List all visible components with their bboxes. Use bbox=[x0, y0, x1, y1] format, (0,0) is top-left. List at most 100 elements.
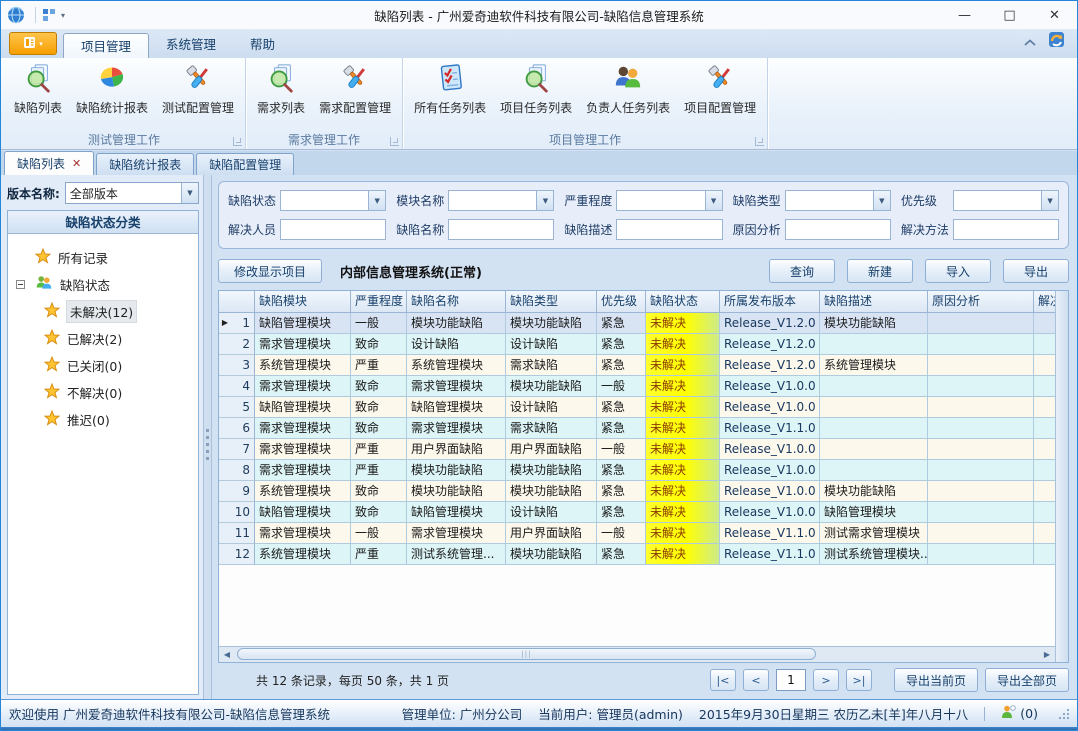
action-button-导入[interactable]: 导入 bbox=[925, 259, 991, 283]
export-current-page-button[interactable]: 导出当前页 bbox=[894, 668, 978, 692]
cell-原因分析[interactable] bbox=[928, 376, 1034, 397]
chevron-down-icon[interactable]: ▼ bbox=[705, 191, 722, 210]
row-selector[interactable]: 10 bbox=[219, 502, 255, 523]
cell-优先级[interactable]: 一般 bbox=[597, 439, 646, 460]
cell-原因分析[interactable] bbox=[928, 502, 1034, 523]
filter-field-缺陷描述[interactable] bbox=[617, 220, 721, 239]
cell-缺陷状态[interactable]: 未解决 bbox=[646, 376, 720, 397]
cell-解决方法[interactable] bbox=[1034, 334, 1055, 355]
row-selector[interactable]: 11 bbox=[219, 523, 255, 544]
cell-所属发布版本[interactable]: Release_V1.1.0 bbox=[720, 544, 820, 565]
doc-tab-缺陷统计报表[interactable]: 缺陷统计报表 bbox=[96, 153, 194, 175]
cell-缺陷描述[interactable] bbox=[820, 334, 928, 355]
cell-所属发布版本[interactable]: Release_V1.1.0 bbox=[720, 523, 820, 544]
cell-缺陷类型[interactable]: 设计缺陷 bbox=[506, 502, 597, 523]
row-selector[interactable]: 5 bbox=[219, 397, 255, 418]
table-row[interactable]: ▶1缺陷管理模块一般模块功能缺陷模块功能缺陷紧急未解决Release_V1.2.… bbox=[219, 313, 1055, 334]
cell-缺陷模块[interactable]: 需求管理模块 bbox=[255, 334, 351, 355]
filter-input-解决方法[interactable] bbox=[953, 219, 1059, 240]
cell-缺陷名称[interactable]: 测试系统管理... bbox=[407, 544, 506, 565]
table-row[interactable]: 2需求管理模块致命设计缺陷设计缺陷紧急未解决Release_V1.2.0 bbox=[219, 334, 1055, 355]
cell-缺陷描述[interactable] bbox=[820, 397, 928, 418]
tree-item-缺陷状态[interactable]: 缺陷状态 bbox=[12, 271, 194, 298]
cell-缺陷名称[interactable]: 设计缺陷 bbox=[407, 334, 506, 355]
chevron-down-icon[interactable]: ▼ bbox=[873, 191, 890, 210]
cell-缺陷描述[interactable] bbox=[820, 418, 928, 439]
action-button-查询[interactable]: 查询 bbox=[769, 259, 835, 283]
minimize-button[interactable]: — bbox=[942, 1, 987, 29]
column-header-缺陷类型[interactable]: 缺陷类型 bbox=[506, 291, 597, 313]
cell-原因分析[interactable] bbox=[928, 544, 1034, 565]
cell-缺陷名称[interactable]: 模块功能缺陷 bbox=[407, 313, 506, 334]
close-button[interactable]: ✕ bbox=[1032, 1, 1077, 29]
ribbon-item-需求配置管理[interactable]: 需求配置管理 bbox=[312, 62, 398, 118]
close-tab-icon[interactable]: ✕ bbox=[72, 152, 81, 176]
table-row[interactable]: 7需求管理模块严重用户界面缺陷用户界面缺陷一般未解决Release_V1.0.0 bbox=[219, 439, 1055, 460]
ribbon-item-项目任务列表[interactable]: 项目任务列表 bbox=[493, 62, 579, 118]
tree-item-所有记录[interactable]: 所有记录 bbox=[12, 244, 194, 271]
column-header-缺陷名称[interactable]: 缺陷名称 bbox=[407, 291, 506, 313]
column-header-解决方法[interactable]: 解决方法 bbox=[1034, 291, 1055, 313]
filter-field-优先级[interactable] bbox=[954, 191, 1041, 210]
cell-解决方法[interactable] bbox=[1034, 481, 1055, 502]
cell-缺陷描述[interactable] bbox=[820, 439, 928, 460]
cell-缺陷类型[interactable]: 模块功能缺陷 bbox=[506, 460, 597, 481]
cell-严重程度[interactable]: 致命 bbox=[351, 502, 407, 523]
cell-解决方法[interactable] bbox=[1034, 355, 1055, 376]
dialog-launcher-icon[interactable] bbox=[390, 137, 399, 146]
cell-严重程度[interactable]: 一般 bbox=[351, 313, 407, 334]
cell-解决方法[interactable] bbox=[1034, 439, 1055, 460]
column-header-原因分析[interactable]: 原因分析 bbox=[928, 291, 1034, 313]
cell-所属发布版本[interactable]: Release_V1.2.0 bbox=[720, 313, 820, 334]
next-page-button[interactable]: > bbox=[813, 669, 839, 691]
column-header-缺陷状态[interactable]: 缺陷状态 bbox=[646, 291, 720, 313]
cell-优先级[interactable]: 紧急 bbox=[597, 418, 646, 439]
cell-解决方法[interactable] bbox=[1034, 523, 1055, 544]
cell-原因分析[interactable] bbox=[928, 418, 1034, 439]
ribbon-item-项目配置管理[interactable]: 项目配置管理 bbox=[677, 62, 763, 118]
table-row[interactable]: 4需求管理模块致命需求管理模块模块功能缺陷一般未解决Release_V1.0.0 bbox=[219, 376, 1055, 397]
cell-解决方法[interactable] bbox=[1034, 502, 1055, 523]
tree-item-已解决(2)[interactable]: 已解决(2) bbox=[12, 325, 194, 352]
page-number-input[interactable]: 1 bbox=[776, 669, 806, 691]
filter-input-缺陷描述[interactable] bbox=[616, 219, 722, 240]
first-page-button[interactable]: |< bbox=[710, 669, 736, 691]
cell-缺陷类型[interactable]: 模块功能缺陷 bbox=[506, 544, 597, 565]
cell-所属发布版本[interactable]: Release_V1.1.0 bbox=[720, 418, 820, 439]
doc-tab-缺陷配置管理[interactable]: 缺陷配置管理 bbox=[196, 153, 294, 175]
filter-input-缺陷名称[interactable] bbox=[448, 219, 554, 240]
cell-缺陷名称[interactable]: 需求管理模块 bbox=[407, 418, 506, 439]
chevron-down-icon[interactable]: ▼ bbox=[181, 183, 198, 203]
action-button-导出[interactable]: 导出 bbox=[1003, 259, 1069, 283]
filter-field-严重程度[interactable] bbox=[617, 191, 704, 210]
export-all-pages-button[interactable]: 导出全部页 bbox=[985, 668, 1069, 692]
row-selector[interactable]: 7 bbox=[219, 439, 255, 460]
cell-缺陷类型[interactable]: 需求缺陷 bbox=[506, 355, 597, 376]
ribbon-item-缺陷统计报表[interactable]: 缺陷统计报表 bbox=[69, 62, 155, 118]
cell-所属发布版本[interactable]: Release_V1.0.0 bbox=[720, 439, 820, 460]
cell-缺陷状态[interactable]: 未解决 bbox=[646, 544, 720, 565]
cell-缺陷描述[interactable]: 系统管理模块 bbox=[820, 355, 928, 376]
filter-field-解决人员[interactable] bbox=[281, 220, 385, 239]
ribbon-item-测试配置管理[interactable]: 测试配置管理 bbox=[155, 62, 241, 118]
cell-缺陷类型[interactable]: 需求缺陷 bbox=[506, 418, 597, 439]
cell-优先级[interactable]: 紧急 bbox=[597, 397, 646, 418]
filter-combo-严重程度[interactable]: ▼ bbox=[616, 190, 722, 211]
maximize-button[interactable]: □ bbox=[987, 1, 1032, 29]
filter-combo-缺陷类型[interactable]: ▼ bbox=[785, 190, 891, 211]
ribbon-tab-帮助[interactable]: 帮助 bbox=[233, 32, 292, 58]
cell-解决方法[interactable] bbox=[1034, 397, 1055, 418]
cell-缺陷模块[interactable]: 系统管理模块 bbox=[255, 355, 351, 376]
cell-缺陷名称[interactable]: 模块功能缺陷 bbox=[407, 460, 506, 481]
cell-缺陷状态[interactable]: 未解决 bbox=[646, 481, 720, 502]
cell-缺陷名称[interactable]: 系统管理模块 bbox=[407, 355, 506, 376]
row-selector[interactable]: ▶1 bbox=[219, 313, 255, 334]
tree-item-不解决(0)[interactable]: 不解决(0) bbox=[12, 379, 194, 406]
cell-所属发布版本[interactable]: Release_V1.0.0 bbox=[720, 502, 820, 523]
chevron-down-icon[interactable]: ▼ bbox=[1041, 191, 1058, 210]
column-header-缺陷描述[interactable]: 缺陷描述 bbox=[820, 291, 928, 313]
cell-缺陷模块[interactable]: 需求管理模块 bbox=[255, 523, 351, 544]
cell-所属发布版本[interactable]: Release_V1.0.0 bbox=[720, 460, 820, 481]
action-button-新建[interactable]: 新建 bbox=[847, 259, 913, 283]
ribbon-item-需求列表[interactable]: 需求列表 bbox=[250, 62, 312, 118]
